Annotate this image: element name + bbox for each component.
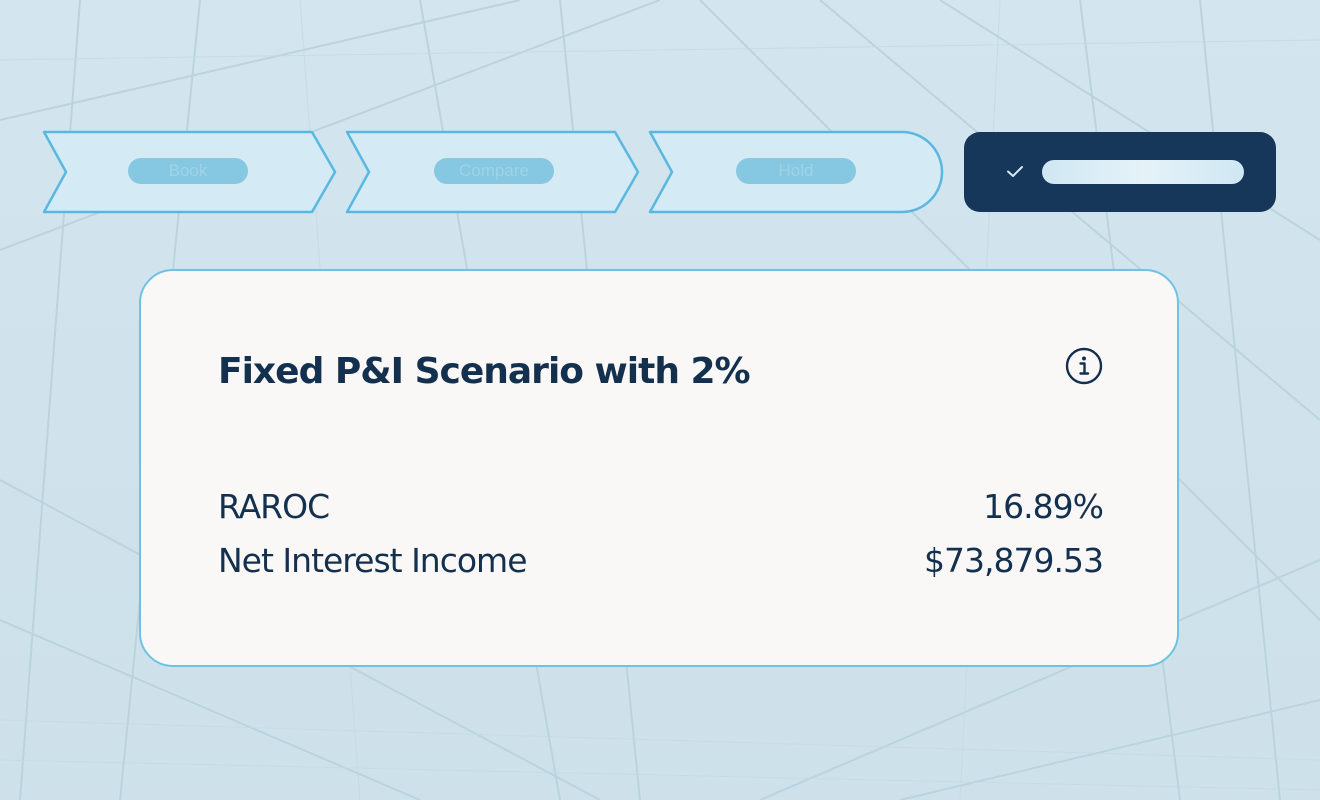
scenario-card: Fixed P&I Scenario with 2% RAROC 16.89% … xyxy=(139,269,1179,667)
step-label xyxy=(1042,160,1244,184)
metric-row-raroc: RAROC 16.89% xyxy=(218,487,1104,535)
step-label: Book xyxy=(128,158,248,184)
metric-row-net-interest-income: Net Interest Income $73,879.53 xyxy=(218,541,1104,589)
step-current[interactable] xyxy=(964,132,1276,212)
step-hold[interactable]: Hold xyxy=(648,130,944,214)
step-label: Hold xyxy=(736,158,856,184)
step-compare[interactable]: Compare xyxy=(345,130,641,214)
check-icon xyxy=(1007,166,1023,177)
step-label: Compare xyxy=(434,158,554,184)
metric-label: RAROC xyxy=(218,487,330,526)
step-book[interactable]: Book xyxy=(42,130,338,214)
metric-value: 16.89% xyxy=(983,487,1104,526)
progress-steps: Book Compare Hold xyxy=(42,130,1278,214)
metric-value: $73,879.53 xyxy=(924,541,1104,580)
card-title: Fixed P&I Scenario with 2% xyxy=(218,351,751,392)
info-icon[interactable] xyxy=(1065,347,1103,385)
metric-label: Net Interest Income xyxy=(218,541,528,580)
